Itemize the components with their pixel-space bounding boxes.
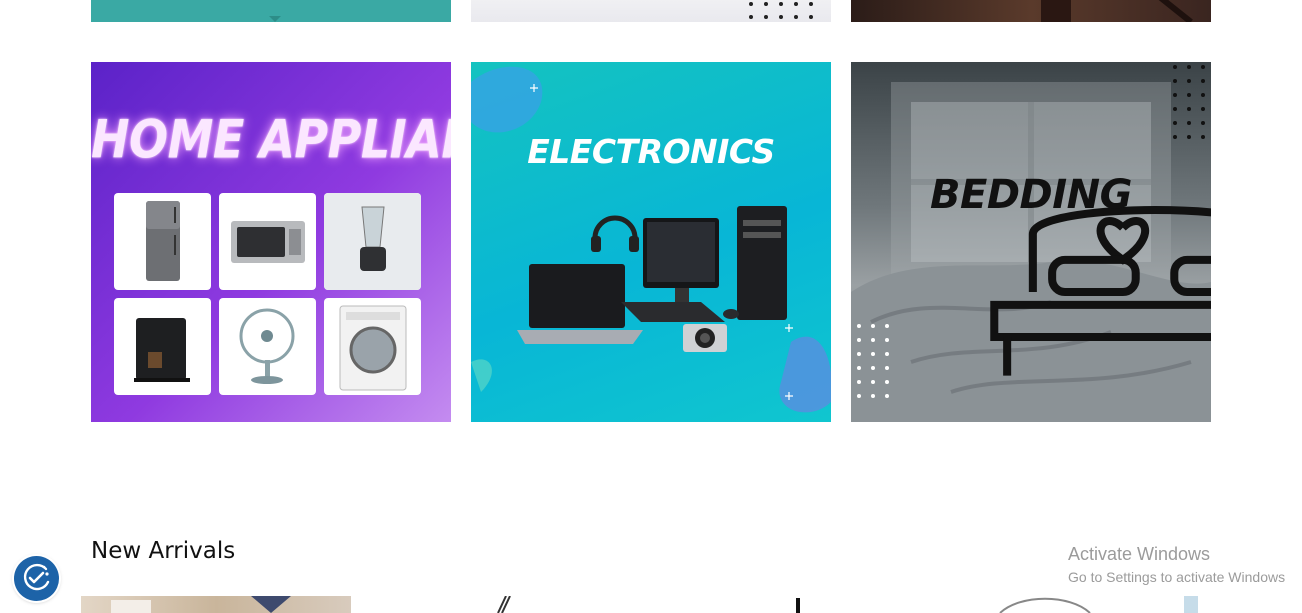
- product-card-2[interactable]: [470, 596, 530, 613]
- category-title: BEDDING: [930, 172, 1132, 218]
- top-tile-2-graphic: [749, 2, 813, 19]
- category-tile-top-3[interactable]: [851, 0, 1211, 22]
- electronics-graphic: [471, 66, 831, 413]
- activate-windows-subtitle: Go to Settings to activate Windows: [1068, 569, 1286, 585]
- category-tile-top-1[interactable]: [91, 0, 451, 22]
- product-1-thumbnail: [111, 596, 291, 613]
- category-tile-electronics[interactable]: ELECTRONICS: [471, 62, 831, 422]
- cookie-consent-icon: [23, 563, 50, 591]
- product-5-thumbnail: [1184, 596, 1198, 613]
- coffee-machine-image: [114, 298, 211, 395]
- product-2-thumbnail: [497, 596, 511, 613]
- bed-heart-icon: [990, 206, 1211, 376]
- activate-windows-title: Activate Windows: [1068, 544, 1211, 564]
- microwave-image: [219, 193, 316, 290]
- appliance-image-grid: [114, 193, 422, 395]
- category-title: HOME APPLIANCE: [91, 107, 451, 171]
- category-tile-top-2[interactable]: [471, 0, 831, 22]
- top-tile-1-graphic: [269, 16, 281, 22]
- category-title: ELECTRONICS: [527, 132, 775, 171]
- washing-machine-image: [324, 298, 421, 395]
- category-tile-home-appliance[interactable]: HOME APPLIANCE: [91, 62, 451, 422]
- cookie-consent-button[interactable]: [14, 556, 59, 601]
- top-tile-3-graphic: [1041, 0, 1193, 22]
- product-4-thumbnail: [999, 597, 1091, 613]
- blender-image: [324, 193, 421, 290]
- new-arrivals-heading: New Arrivals: [91, 538, 236, 564]
- refrigerator-image: [114, 193, 211, 290]
- decorative-dots-bottom: [857, 324, 889, 398]
- decorative-dots-top: [1173, 65, 1205, 139]
- product-card-3[interactable]: [780, 596, 820, 613]
- product-card-1[interactable]: [81, 596, 351, 613]
- product-3-thumbnail: [796, 598, 800, 613]
- product-card-5[interactable]: [1170, 596, 1210, 613]
- product-card-4[interactable]: [990, 596, 1100, 613]
- category-tile-bedding[interactable]: BEDDING: [851, 62, 1211, 422]
- desk-fan-image: [219, 298, 316, 395]
